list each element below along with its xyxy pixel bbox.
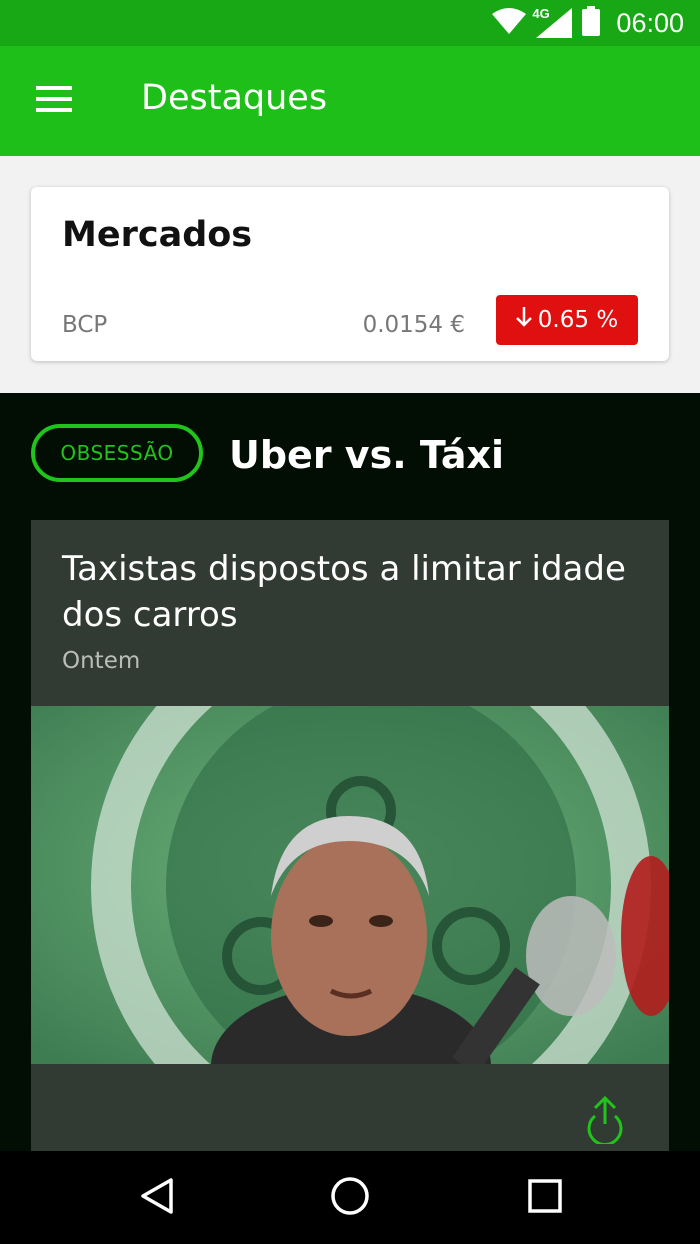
- page-title: Destaques: [141, 78, 328, 118]
- markets-card[interactable]: Mercados BCP 0.0154 € 0.65 %: [31, 187, 669, 361]
- app-bar: Destaques: [0, 46, 700, 156]
- back-icon: [140, 1177, 174, 1219]
- article-date: Ontem: [62, 648, 141, 674]
- cellular-signal-icon: 4G: [532, 6, 573, 38]
- topic-badge[interactable]: OBSESSÃO: [31, 424, 203, 482]
- network-type-label: 4G: [532, 6, 550, 21]
- system-nav-bar: [0, 1151, 700, 1244]
- share-icon: [583, 1095, 627, 1148]
- wifi-icon: [492, 8, 527, 38]
- stock-change-value: 0.65 %: [537, 307, 619, 333]
- arrow-down-icon: [515, 307, 532, 333]
- article-title[interactable]: Taxistas dispostos a limitar idade dos c…: [62, 546, 652, 638]
- recents-button[interactable]: [518, 1171, 572, 1225]
- home-button[interactable]: [323, 1171, 377, 1225]
- status-bar: 4G 06:00: [0, 0, 700, 46]
- back-button[interactable]: [130, 1171, 184, 1225]
- stock-ticker: BCP: [62, 312, 108, 338]
- article-image[interactable]: [31, 706, 669, 1064]
- markets-section: Mercados BCP 0.0154 € 0.65 %: [0, 156, 700, 393]
- hamburger-menu-icon: [36, 86, 72, 116]
- clock: 06:00: [616, 7, 684, 38]
- home-icon: [330, 1176, 370, 1220]
- share-button[interactable]: [583, 1094, 627, 1146]
- markets-title: Mercados: [62, 215, 253, 255]
- status-icons: 4G 06:00: [492, 6, 684, 40]
- article-card[interactable]: Taxistas dispostos a limitar idade dos c…: [31, 520, 669, 1151]
- topic-section: OBSESSÃO Uber vs. Táxi Taxistas disposto…: [0, 393, 700, 1151]
- stock-price: 0.0154 €: [362, 312, 465, 338]
- battery-icon: [582, 6, 601, 40]
- menu-button[interactable]: [26, 73, 82, 129]
- stock-change-badge: 0.65 %: [496, 295, 638, 345]
- topic-title[interactable]: Uber vs. Táxi: [229, 433, 504, 477]
- recents-icon: [528, 1179, 562, 1217]
